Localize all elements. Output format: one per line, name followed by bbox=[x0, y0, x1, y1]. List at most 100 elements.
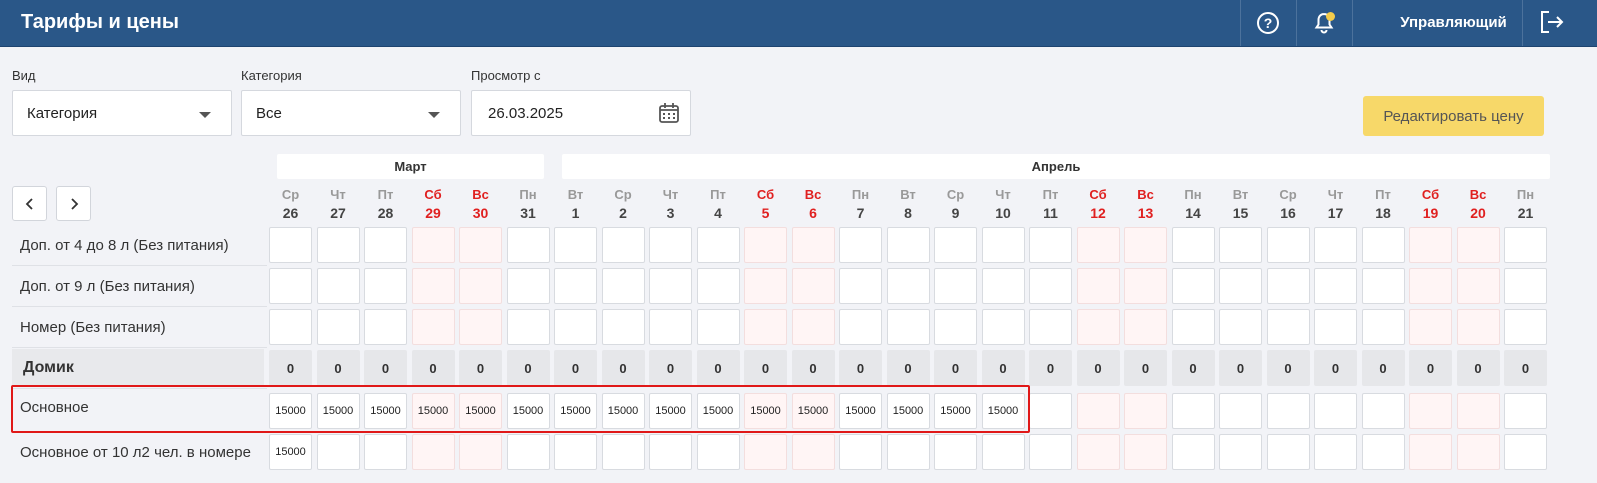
price-cell[interactable] bbox=[744, 309, 787, 345]
price-cell[interactable] bbox=[1409, 227, 1452, 263]
price-cell[interactable] bbox=[411, 434, 455, 470]
price-cell[interactable] bbox=[649, 309, 692, 345]
price-cell[interactable] bbox=[744, 227, 787, 263]
price-cell[interactable] bbox=[886, 309, 930, 345]
price-cell[interactable]: 15000 bbox=[364, 393, 407, 429]
price-cell[interactable]: 15000 bbox=[696, 393, 740, 429]
price-cell[interactable] bbox=[316, 227, 360, 263]
price-cell[interactable]: 15000 bbox=[601, 393, 645, 429]
price-cell[interactable] bbox=[886, 268, 930, 304]
price-cell[interactable]: 15000 bbox=[886, 393, 930, 429]
price-cell[interactable] bbox=[1219, 434, 1262, 470]
price-cell[interactable] bbox=[1171, 434, 1215, 470]
price-cell[interactable] bbox=[459, 227, 502, 263]
price-cell[interactable] bbox=[1409, 268, 1452, 304]
price-cell[interactable] bbox=[601, 309, 645, 345]
price-cell[interactable] bbox=[981, 227, 1025, 263]
price-cell[interactable] bbox=[1504, 309, 1547, 345]
price-cell[interactable] bbox=[411, 309, 455, 345]
price-cell[interactable] bbox=[1124, 227, 1167, 263]
price-cell[interactable] bbox=[1266, 393, 1310, 429]
price-cell[interactable] bbox=[364, 227, 407, 263]
price-cell[interactable] bbox=[1029, 434, 1072, 470]
price-cell[interactable]: 15000 bbox=[554, 393, 597, 429]
bell-icon[interactable] bbox=[1311, 10, 1337, 36]
price-cell[interactable] bbox=[316, 309, 360, 345]
edit-price-button[interactable]: Редактировать цену bbox=[1363, 96, 1544, 136]
price-cell[interactable] bbox=[886, 434, 930, 470]
price-cell[interactable] bbox=[269, 227, 312, 263]
price-cell[interactable] bbox=[1266, 434, 1310, 470]
price-cell[interactable] bbox=[1124, 268, 1167, 304]
price-cell[interactable] bbox=[1314, 268, 1357, 304]
price-cell[interactable] bbox=[1124, 434, 1167, 470]
price-cell[interactable] bbox=[1171, 268, 1215, 304]
price-cell[interactable] bbox=[791, 434, 835, 470]
price-cell[interactable] bbox=[1029, 393, 1072, 429]
price-cell[interactable] bbox=[1314, 309, 1357, 345]
price-cell[interactable] bbox=[1171, 309, 1215, 345]
price-cell[interactable] bbox=[1219, 227, 1262, 263]
price-cell[interactable] bbox=[411, 227, 455, 263]
price-cell[interactable] bbox=[1504, 268, 1547, 304]
price-cell[interactable] bbox=[269, 309, 312, 345]
price-cell[interactable] bbox=[506, 434, 550, 470]
price-cell[interactable] bbox=[459, 434, 502, 470]
price-cell[interactable] bbox=[601, 227, 645, 263]
price-cell[interactable] bbox=[839, 434, 882, 470]
price-cell[interactable] bbox=[1409, 393, 1452, 429]
price-cell[interactable]: 15000 bbox=[649, 393, 692, 429]
price-cell[interactable] bbox=[506, 268, 550, 304]
price-cell[interactable] bbox=[839, 268, 882, 304]
price-cell[interactable] bbox=[316, 434, 360, 470]
price-cell[interactable] bbox=[554, 268, 597, 304]
price-cell[interactable] bbox=[1266, 227, 1310, 263]
price-cell[interactable] bbox=[1076, 268, 1120, 304]
price-cell[interactable] bbox=[1076, 227, 1120, 263]
price-cell[interactable] bbox=[601, 434, 645, 470]
next-button[interactable] bbox=[56, 186, 91, 221]
price-cell[interactable] bbox=[1504, 434, 1547, 470]
price-cell[interactable] bbox=[1171, 393, 1215, 429]
price-cell[interactable] bbox=[1456, 227, 1500, 263]
price-cell[interactable]: 15000 bbox=[411, 393, 455, 429]
price-cell[interactable] bbox=[791, 309, 835, 345]
price-cell[interactable] bbox=[459, 309, 502, 345]
price-cell[interactable] bbox=[934, 227, 977, 263]
price-cell[interactable] bbox=[554, 309, 597, 345]
date-input[interactable]: 26.03.2025 bbox=[471, 90, 691, 136]
price-cell[interactable]: 15000 bbox=[459, 393, 502, 429]
price-cell[interactable] bbox=[1171, 227, 1215, 263]
price-cell[interactable] bbox=[1504, 227, 1547, 263]
price-cell[interactable] bbox=[1361, 393, 1405, 429]
price-cell[interactable] bbox=[364, 268, 407, 304]
price-cell[interactable] bbox=[1029, 309, 1072, 345]
price-cell[interactable] bbox=[934, 268, 977, 304]
price-cell[interactable] bbox=[649, 227, 692, 263]
price-cell[interactable] bbox=[1219, 268, 1262, 304]
price-cell[interactable] bbox=[1076, 434, 1120, 470]
price-cell[interactable] bbox=[554, 434, 597, 470]
price-cell[interactable] bbox=[601, 268, 645, 304]
price-cell[interactable] bbox=[1219, 393, 1262, 429]
price-cell[interactable]: 15000 bbox=[981, 393, 1025, 429]
price-cell[interactable]: 15000 bbox=[316, 393, 360, 429]
price-cell[interactable] bbox=[886, 227, 930, 263]
price-cell[interactable] bbox=[696, 434, 740, 470]
price-cell[interactable] bbox=[1124, 309, 1167, 345]
price-cell[interactable]: 15000 bbox=[791, 393, 835, 429]
price-cell[interactable] bbox=[981, 268, 1025, 304]
price-cell[interactable] bbox=[1456, 393, 1500, 429]
price-cell[interactable] bbox=[1029, 227, 1072, 263]
help-icon[interactable]: ? bbox=[1255, 10, 1281, 36]
price-cell[interactable] bbox=[744, 434, 787, 470]
price-cell[interactable] bbox=[459, 268, 502, 304]
price-cell[interactable] bbox=[791, 227, 835, 263]
price-cell[interactable] bbox=[316, 268, 360, 304]
price-cell[interactable] bbox=[1504, 393, 1547, 429]
price-cell[interactable] bbox=[649, 268, 692, 304]
price-cell[interactable] bbox=[696, 309, 740, 345]
price-cell[interactable] bbox=[1124, 393, 1167, 429]
price-cell[interactable] bbox=[1409, 309, 1452, 345]
price-cell[interactable] bbox=[1314, 227, 1357, 263]
